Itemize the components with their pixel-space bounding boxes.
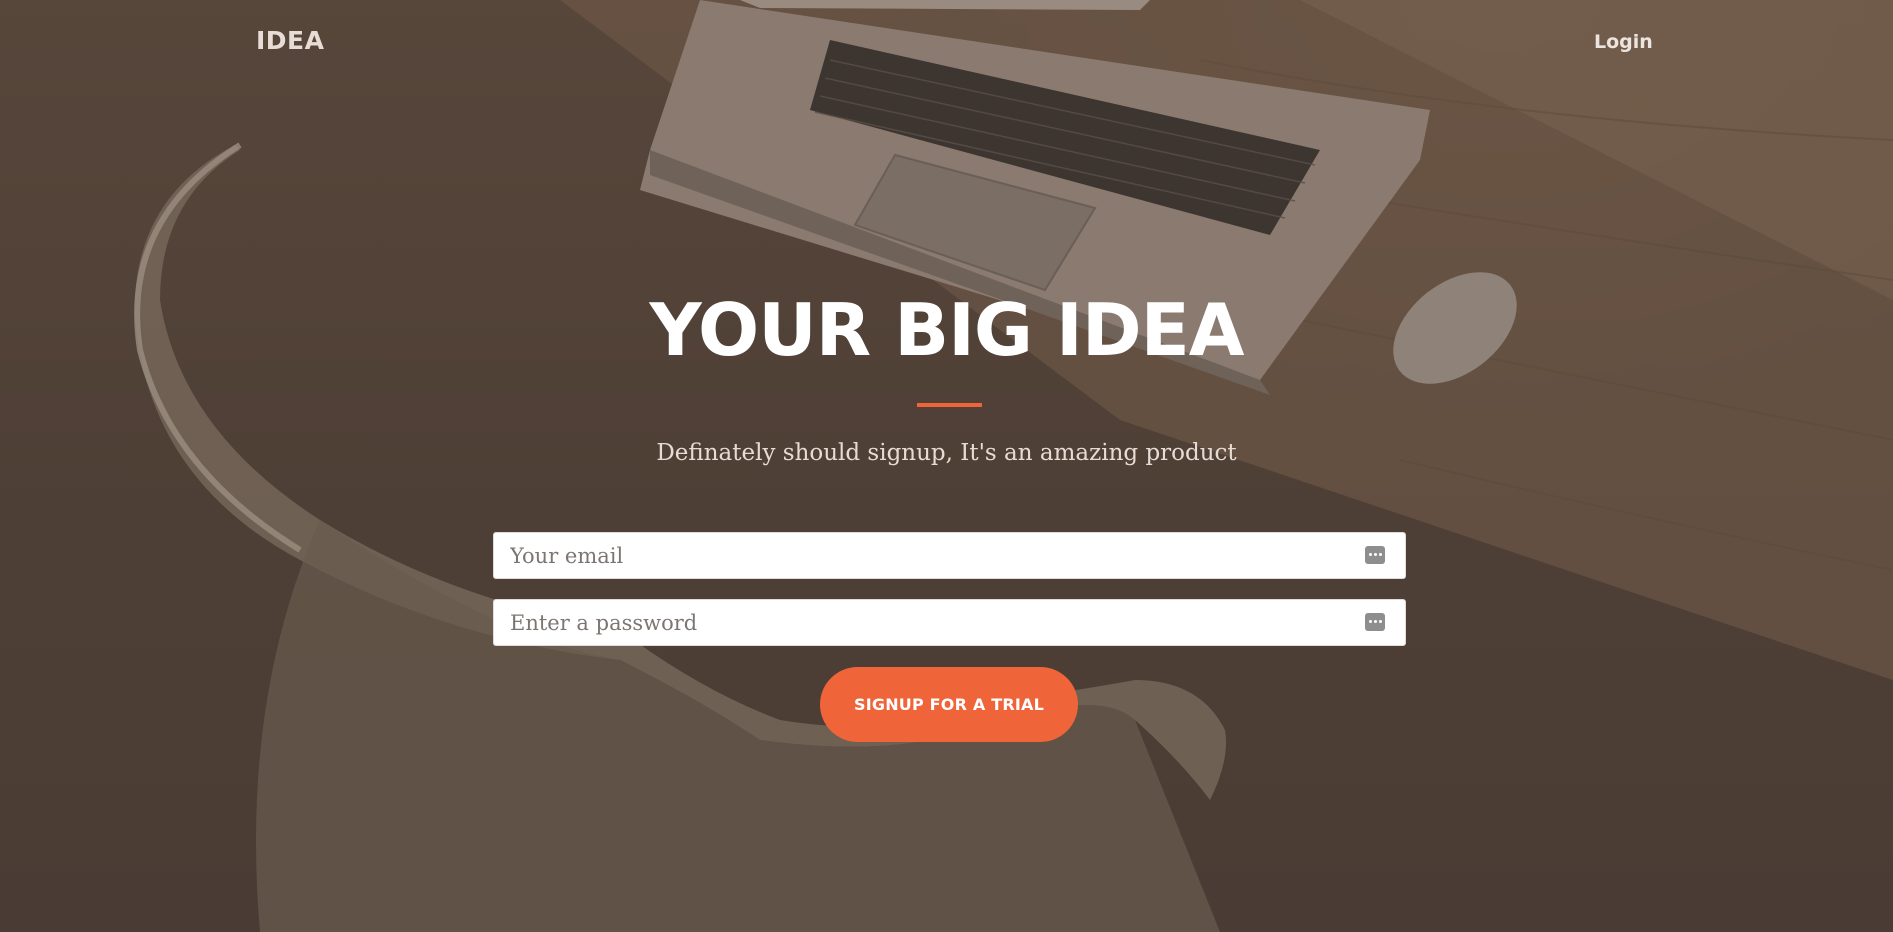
password-manager-key-icon[interactable] [1365, 546, 1385, 564]
hero-subtitle: Definately should signup, It's an amazin… [656, 440, 1237, 466]
brand-logo[interactable]: IDEA [256, 26, 324, 55]
login-link[interactable]: Login [1594, 31, 1653, 53]
password-field-wrapper [493, 599, 1406, 646]
email-field-wrapper [493, 532, 1406, 579]
email-input[interactable] [494, 533, 1354, 578]
password-manager-key-icon[interactable] [1365, 613, 1385, 631]
hero-title: YOUR BIG IDEA [649, 288, 1244, 372]
background-image [0, 0, 1893, 932]
hero-divider [917, 403, 982, 407]
password-input[interactable] [494, 600, 1354, 645]
signup-trial-button[interactable]: SIGNUP FOR A TRIAL [820, 667, 1078, 742]
background-illustration [134, 0, 1893, 932]
